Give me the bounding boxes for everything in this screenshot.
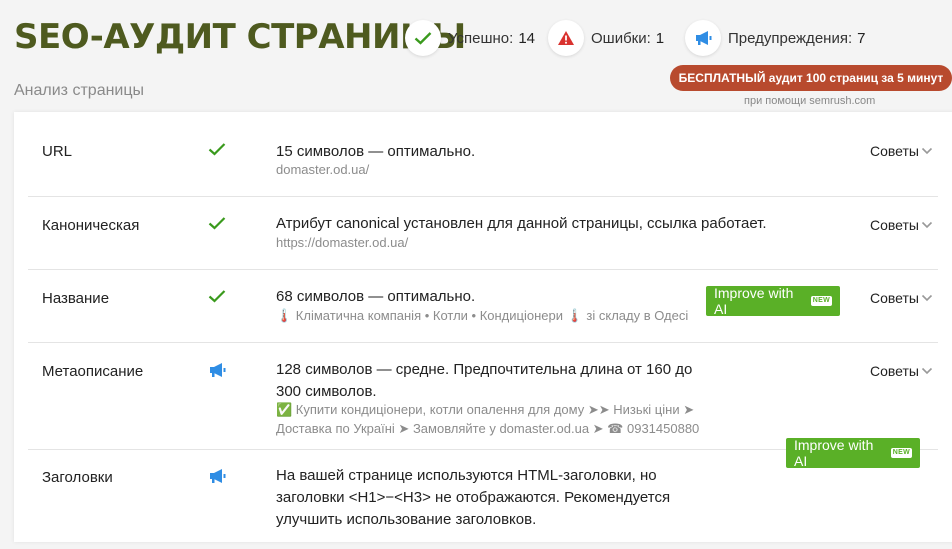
- new-badge: NEW: [890, 448, 912, 458]
- check-icon: [405, 20, 441, 56]
- check-icon: [208, 216, 232, 236]
- row-meta-line-1: ✅ Купити кондиціонери, котли опалення дл…: [276, 402, 695, 417]
- row-text: Атрибут canonical установлен для данной …: [276, 215, 767, 232]
- stat-warnings-count: 7: [857, 29, 866, 47]
- tips-toggle[interactable]: Советы: [870, 143, 933, 159]
- improve-with-ai-label: Improve with AI: [794, 437, 874, 469]
- row-name: Каноническая: [42, 217, 140, 234]
- tips-label: Советы: [870, 290, 919, 306]
- row-name: Название: [42, 290, 110, 307]
- row-text: 128 символов — средне. Предпочтительна д…: [276, 361, 693, 400]
- warning-icon: [548, 20, 584, 56]
- improve-with-ai-button[interactable]: Improve with AI NEW: [786, 437, 920, 469]
- row-name: Метаописание: [42, 363, 144, 380]
- stat-success-count: 14: [518, 29, 536, 47]
- tips-label: Советы: [870, 363, 919, 379]
- row-canonical-url: https://domaster.od.ua/: [276, 235, 409, 250]
- audit-row-canonical: Каноническая Атрибут canonical установле…: [28, 196, 938, 270]
- stat-success: Успешно: 14: [405, 20, 535, 56]
- stat-warnings: Предупреждения: 7: [685, 20, 865, 56]
- chevron-down-icon: [921, 367, 933, 375]
- audit-card: URL 15 символов — оптимально. domaster.o…: [14, 112, 952, 542]
- row-url-value: domaster.od.ua/: [276, 162, 370, 177]
- page-title: SEO-АУДИТ СТРАНИЦЫ: [14, 17, 466, 57]
- row-meta-line-2: Доставка по Україні ➤ Замовляйте у domas…: [276, 421, 700, 436]
- row-text: 68 символов — оптимально.: [276, 288, 476, 305]
- chevron-down-icon: [921, 147, 933, 155]
- check-icon: [208, 142, 232, 162]
- megaphone-icon: [208, 468, 232, 488]
- row-name: Заголовки: [42, 469, 113, 486]
- megaphone-icon: [685, 20, 721, 56]
- check-icon: [208, 289, 232, 309]
- chevron-down-icon: [921, 221, 933, 229]
- new-badge: NEW: [810, 296, 832, 306]
- audit-row-title: Название 68 символов — оптимально. 🌡️ Кл…: [28, 269, 938, 343]
- row-title-value: 🌡️ Кліматична компанія • Котли • Кондиці…: [276, 308, 689, 323]
- megaphone-icon: [208, 362, 232, 382]
- tips-label: Советы: [870, 217, 919, 233]
- stat-warnings-label: Предупреждения:: [728, 29, 853, 47]
- tips-toggle[interactable]: Советы: [870, 363, 933, 379]
- audit-row-url: URL 15 символов — оптимально. domaster.o…: [28, 112, 938, 197]
- powered-by-label: при помощи semrush.com: [744, 95, 876, 107]
- improve-with-ai-button[interactable]: Improve with AI NEW: [706, 285, 840, 317]
- stat-errors-count: 1: [655, 29, 665, 47]
- row-name: URL: [42, 143, 73, 160]
- row-text: На вашей странице используются HTML-заго…: [276, 467, 671, 528]
- tips-toggle[interactable]: Советы: [870, 217, 933, 233]
- stat-errors: Ошибки: 1: [548, 20, 664, 56]
- tips-toggle[interactable]: Советы: [870, 290, 933, 306]
- page-subtitle: Анализ страницы: [14, 82, 145, 99]
- audit-row-meta-description: Метаописание 128 символов — средне. Пред…: [28, 342, 938, 450]
- improve-with-ai-label: Improve with AI: [714, 285, 794, 317]
- stat-success-label: Успешно:: [448, 29, 514, 47]
- chevron-down-icon: [921, 294, 933, 302]
- stat-errors-label: Ошибки:: [591, 29, 651, 47]
- tips-label: Советы: [870, 143, 919, 159]
- free-audit-button[interactable]: БЕСПЛАТНЫЙ аудит 100 страниц за 5 минут: [670, 65, 952, 91]
